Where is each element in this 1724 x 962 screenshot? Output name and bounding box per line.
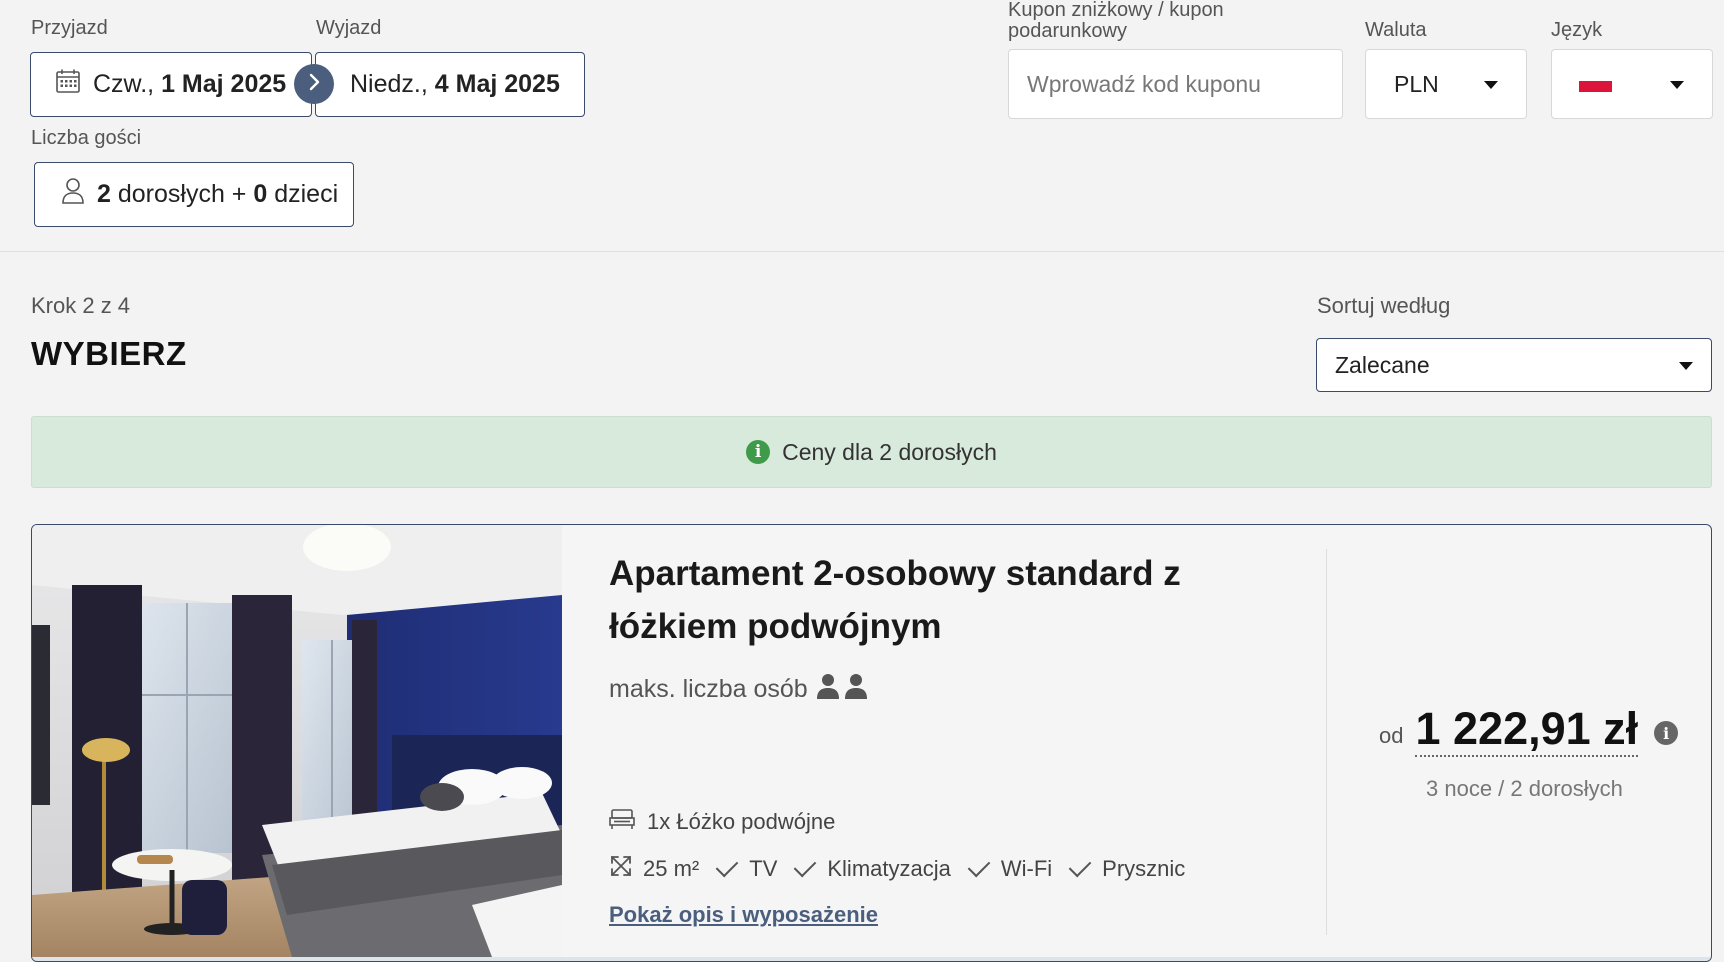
room-card: Apartament 2-osobowy standard z łóżkiem … <box>31 524 1712 962</box>
person-icon <box>844 673 868 706</box>
guests-field[interactable]: 2 dorosłych + 0 dzieci <box>34 162 354 227</box>
caret-down-icon <box>1484 81 1498 89</box>
room-features: 25 m² TV Klimatyzacja Wi-Fi Prysznic <box>609 854 1185 884</box>
coupon-input[interactable]: Wprowadź kod kuponu <box>1008 49 1343 119</box>
feature-air-conditioning: Klimatyzacja <box>827 856 951 881</box>
departure-day: Niedz., <box>350 70 428 98</box>
coupon-placeholder: Wprowadź kod kuponu <box>1027 70 1261 97</box>
date-range-arrow <box>294 64 334 104</box>
arrival-day: Czw., <box>93 70 155 98</box>
show-details-link[interactable]: Pokaż opis i wyposażenie <box>609 902 878 928</box>
language-select[interactable] <box>1551 49 1713 119</box>
feature-wifi: Wi-Fi <box>1000 856 1053 881</box>
page-title: WYBIERZ <box>31 335 187 372</box>
adults-count: 2 <box>97 180 111 208</box>
check-icon <box>1068 854 1092 878</box>
card-bottom-strip <box>32 957 1711 961</box>
poland-flag-icon <box>1579 70 1612 92</box>
feature-shower: Prysznic <box>1102 856 1186 881</box>
price-info-icon[interactable]: i <box>1654 721 1679 745</box>
adults-text: dorosłych + <box>117 180 247 208</box>
arrival-label: Przyjazd <box>31 17 108 39</box>
bed-icon <box>609 808 635 836</box>
expand-icon <box>609 854 633 884</box>
currency-select[interactable]: PLN <box>1365 49 1527 119</box>
currency-label: Waluta <box>1365 19 1427 41</box>
bed-info: 1x Łóżko podwójne <box>609 808 835 836</box>
price-note: 3 noce / 2 dorosłych <box>1426 776 1623 801</box>
room-title[interactable]: Apartament 2-osobowy standard z łóżkiem … <box>609 547 1299 653</box>
guests-label: Liczba gości <box>31 127 142 149</box>
max-persons: maks. liczba osób <box>609 673 868 706</box>
bed-text: 1x Łóżko podwójne <box>647 809 836 834</box>
sort-select[interactable]: Zalecane <box>1316 338 1712 392</box>
price-block: od 1 222,91 zł i <box>1379 703 1679 757</box>
caret-down-icon <box>1679 362 1693 370</box>
feature-tv: TV <box>749 856 778 881</box>
chevron-right-icon <box>306 73 322 96</box>
language-label: Język <box>1551 19 1603 41</box>
arrival-date-field[interactable]: Czw., 1 Maj 2025 <box>30 52 312 117</box>
departure-date-field[interactable]: Niedz., 4 Maj 2025 <box>315 52 585 117</box>
price-prefix: od <box>1379 723 1404 748</box>
info-banner-text: Ceny dla 2 dorosłych <box>782 438 997 465</box>
check-icon <box>715 854 739 878</box>
children-text: dzieci <box>274 180 339 208</box>
person-icon <box>816 673 840 706</box>
caret-down-icon <box>1670 81 1684 89</box>
info-banner: i Ceny dla 2 dorosłych <box>31 416 1712 488</box>
departure-label: Wyjazd <box>316 17 382 39</box>
room-price[interactable]: 1 222,91 zł <box>1415 703 1639 757</box>
check-icon <box>967 854 991 878</box>
departure-date: 4 Maj 2025 <box>434 70 560 98</box>
info-icon: i <box>746 440 771 464</box>
sort-label: Sortuj według <box>1317 293 1451 318</box>
children-count: 0 <box>253 180 268 208</box>
calendar-icon <box>55 68 81 101</box>
arrival-date: 1 Maj 2025 <box>161 70 287 98</box>
person-icon <box>61 177 85 212</box>
card-divider <box>1326 549 1327 935</box>
feature-area: 25 m² <box>643 856 700 881</box>
currency-value: PLN <box>1394 70 1439 97</box>
room-photo[interactable] <box>32 525 562 957</box>
sort-value: Zalecane <box>1335 351 1430 378</box>
section-divider <box>0 251 1724 252</box>
step-counter: Krok 2 z 4 <box>31 293 131 318</box>
max-persons-label: maks. liczba osób <box>609 675 808 703</box>
coupon-label: Kupon zniżkowy / kupon podarunkowy <box>1008 0 1224 42</box>
check-icon <box>794 854 817 878</box>
